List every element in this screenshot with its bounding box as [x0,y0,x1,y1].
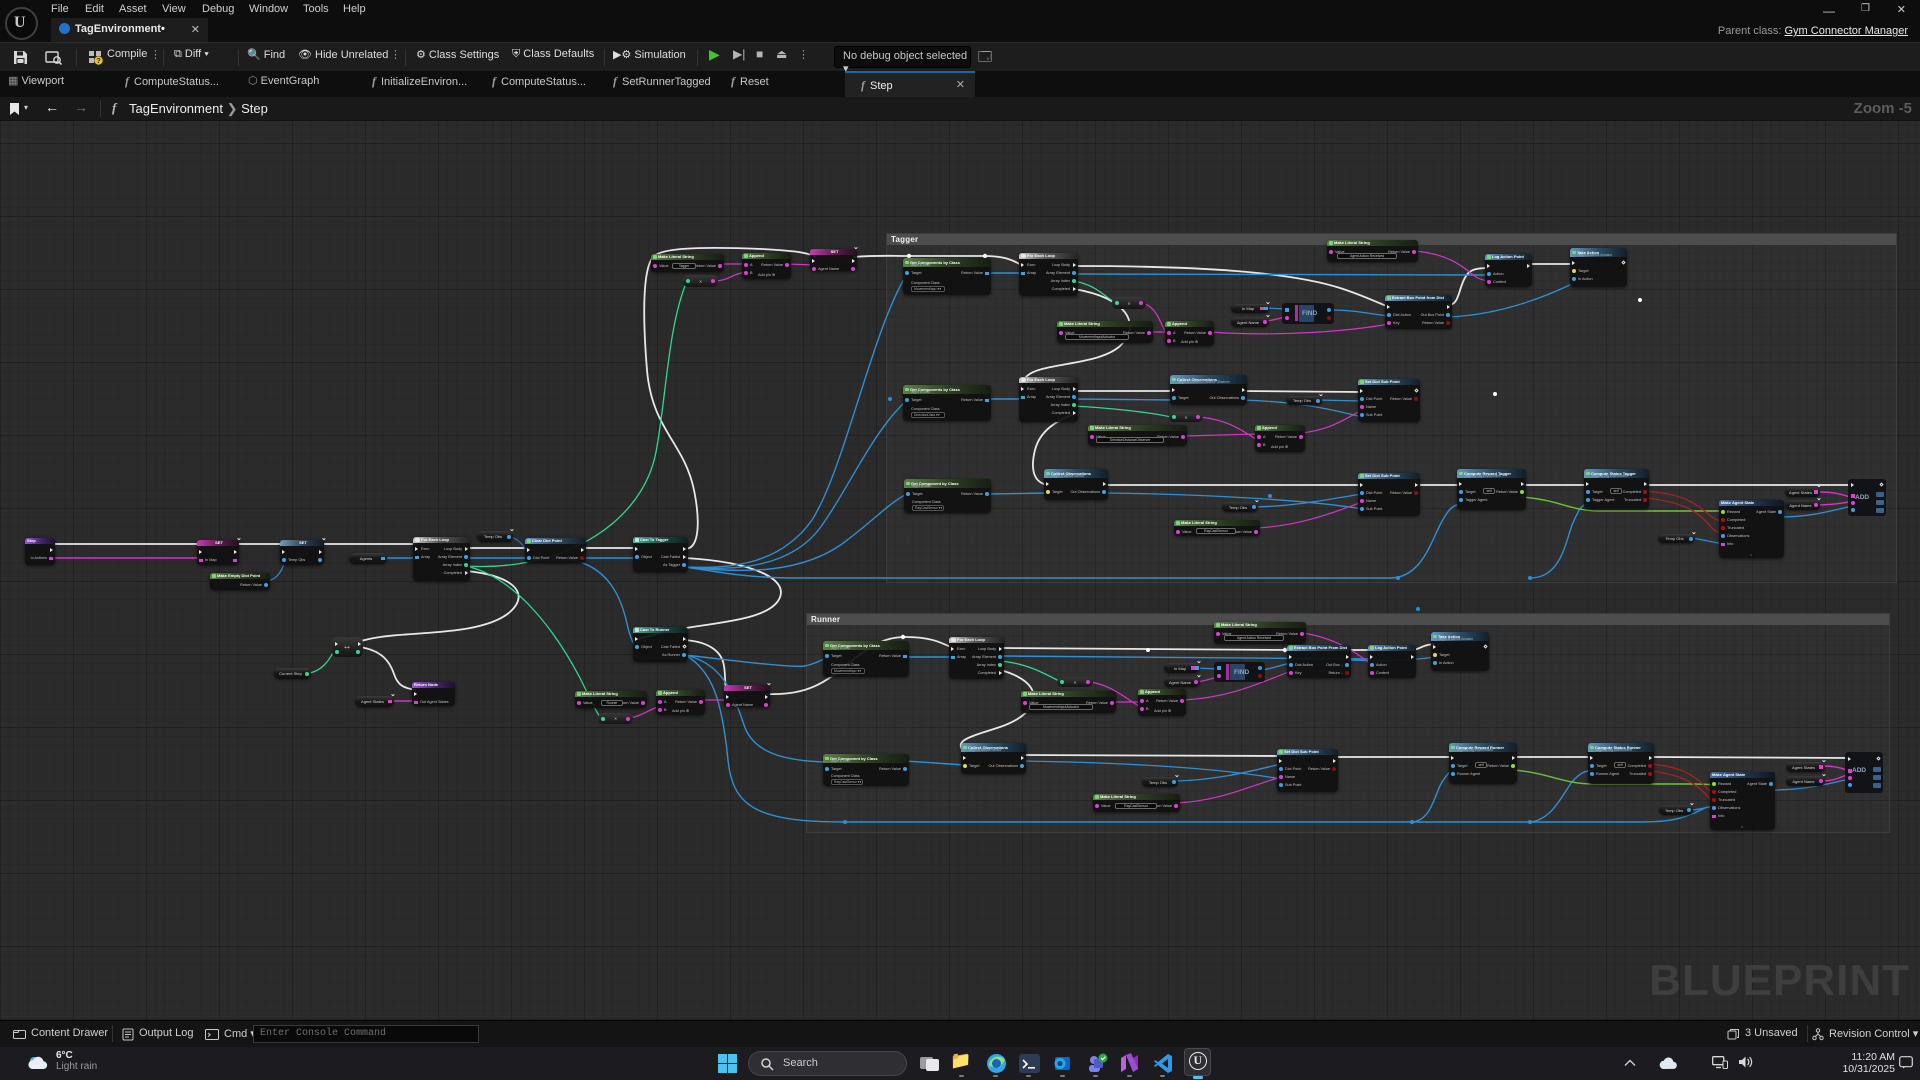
svg-text:?: ? [96,56,101,65]
